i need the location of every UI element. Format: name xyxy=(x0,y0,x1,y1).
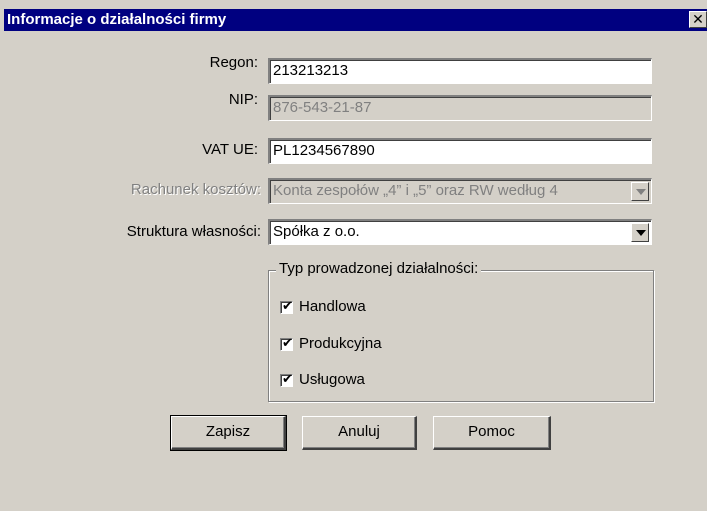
chevron-down-icon xyxy=(636,230,646,236)
nip-label: NIP: xyxy=(228,91,258,108)
rachunek-kosztow-label: Rachunek kosztów: xyxy=(130,181,261,198)
vat-ue-input[interactable]: PL1234567890 xyxy=(268,138,652,164)
struktura-dropdown-button[interactable] xyxy=(631,223,649,242)
cancel-button[interactable]: Anuluj xyxy=(302,416,417,450)
checkbox-uslugowa-label[interactable]: Usługowa xyxy=(299,371,365,389)
close-icon: ✕ xyxy=(692,11,704,27)
rachunek-kosztow-value: Konta zespołów „4” i „5” oraz RW według … xyxy=(273,182,558,199)
struktura-wlasnosci-label: Struktura własności: xyxy=(126,223,261,240)
checkbox-produkcyjna[interactable]: ✔ xyxy=(280,335,293,351)
checkmark-icon: ✔ xyxy=(282,335,293,350)
checkbox-handlowa[interactable]: ✔ xyxy=(280,298,293,314)
window-frame xyxy=(0,0,4,511)
checkmark-icon: ✔ xyxy=(282,371,293,386)
nip-input: 876-543-21-87 xyxy=(268,95,652,121)
struktura-wlasnosci-value: Spółka z o.o. xyxy=(273,223,360,240)
chevron-down-icon xyxy=(636,189,646,195)
vat-ue-label: VAT UE: xyxy=(202,141,258,158)
rachunek-kosztow-select: Konta zespołów „4” i „5” oraz RW według … xyxy=(268,178,652,204)
regon-label: Regon: xyxy=(209,54,258,71)
close-button[interactable]: ✕ xyxy=(689,11,707,28)
title-bar[interactable]: Informacje o działalności firmy ✕ xyxy=(4,9,707,31)
save-button[interactable]: Zapisz xyxy=(170,415,287,451)
checkbox-handlowa-label[interactable]: Handlowa xyxy=(299,298,366,316)
checkmark-icon: ✔ xyxy=(282,298,293,313)
checkbox-produkcyjna-label[interactable]: Produkcyjna xyxy=(299,335,382,353)
window-title: Informacje o działalności firmy xyxy=(7,11,227,28)
rachunek-dropdown-button xyxy=(631,182,649,201)
activity-type-group-title: Typ prowadzonej działalności: xyxy=(276,260,482,278)
struktura-wlasnosci-select[interactable]: Spółka z o.o. xyxy=(268,219,652,245)
regon-input[interactable]: 213213213 xyxy=(268,58,652,84)
checkbox-uslugowa[interactable]: ✔ xyxy=(280,371,293,387)
help-button[interactable]: Pomoc xyxy=(433,416,551,450)
dialog-window: Informacje o działalności firmy ✕ Regon:… xyxy=(0,0,707,511)
